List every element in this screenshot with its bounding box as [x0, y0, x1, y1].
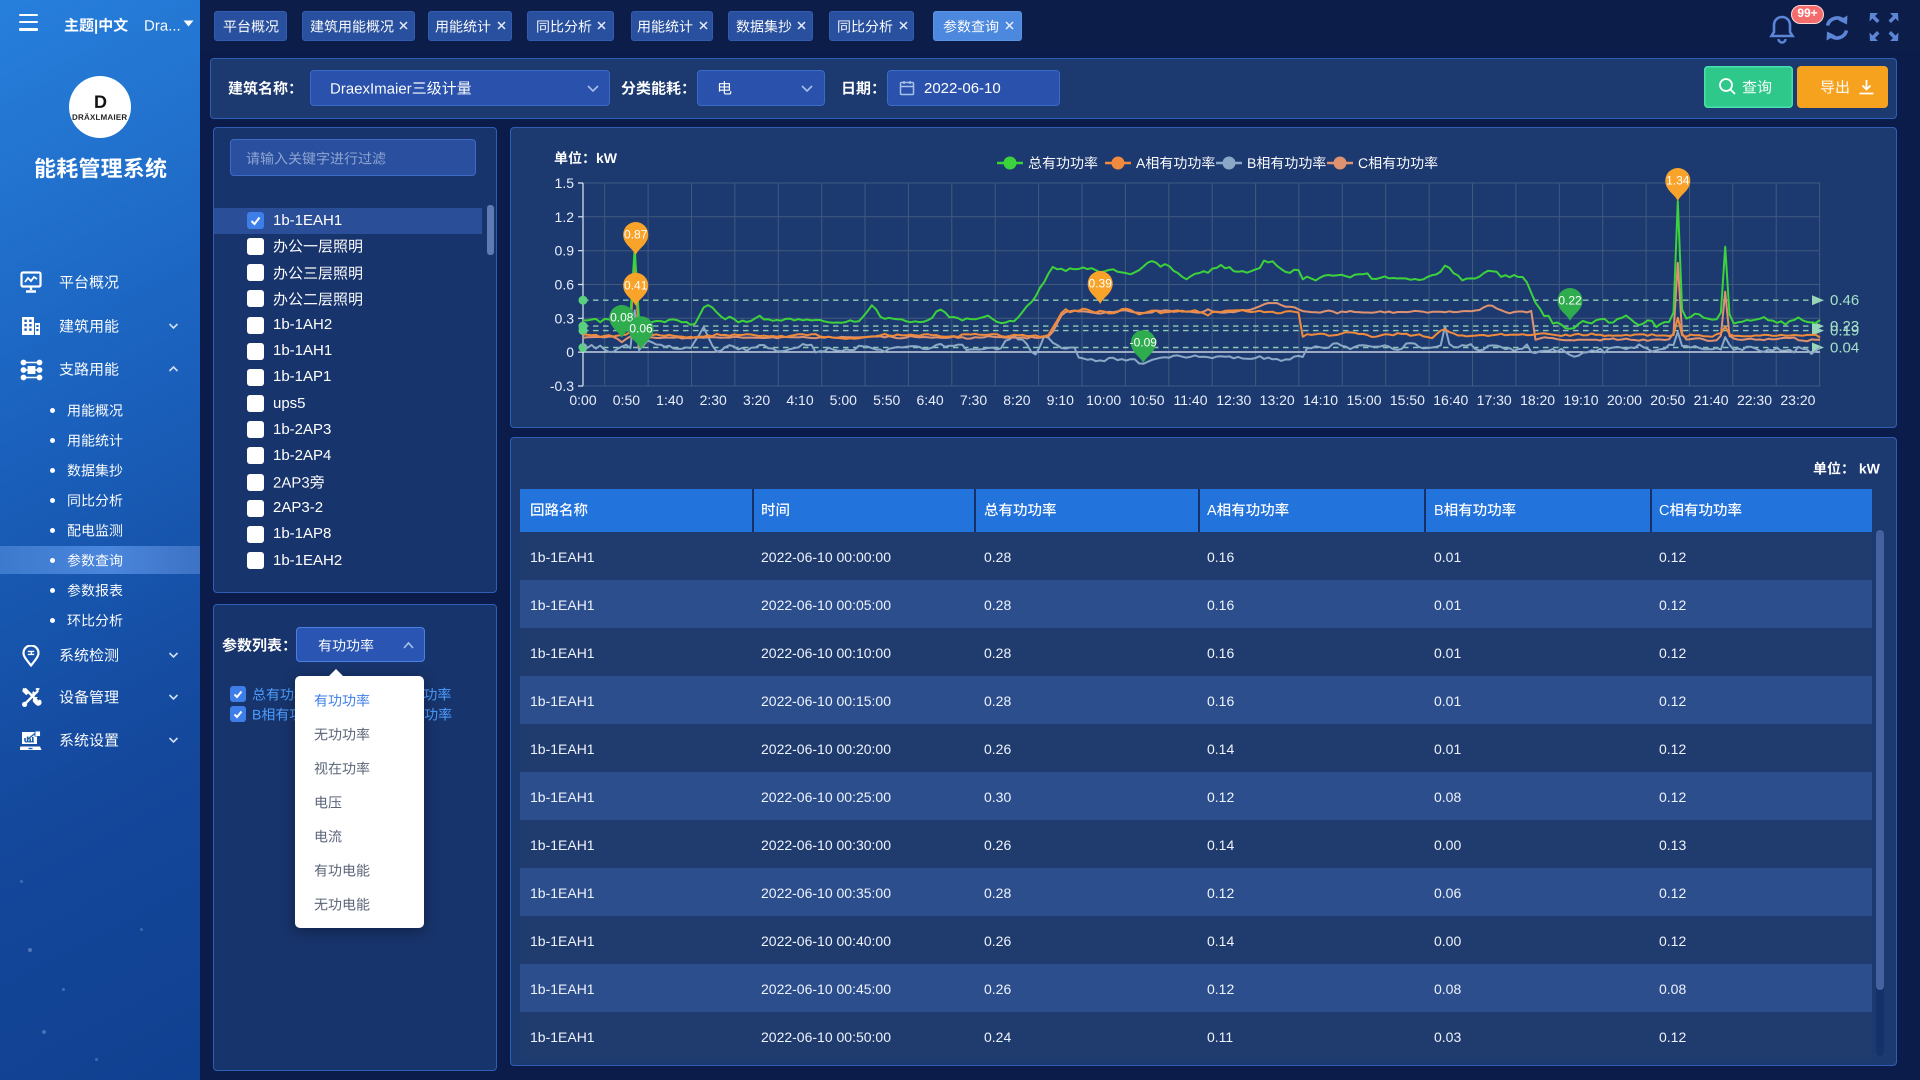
svg-text:19:10: 19:10	[1563, 392, 1598, 408]
svg-text:0.06: 0.06	[629, 322, 653, 336]
svg-text:0.46: 0.46	[1830, 292, 1859, 309]
svg-text:14:10: 14:10	[1303, 392, 1338, 408]
svg-text:0:00: 0:00	[569, 392, 596, 408]
svg-text:10:50: 10:50	[1130, 392, 1165, 408]
svg-text:0.41: 0.41	[624, 278, 648, 292]
svg-text:20:50: 20:50	[1650, 392, 1685, 408]
svg-text:0:50: 0:50	[613, 392, 640, 408]
svg-text:0.22: 0.22	[1558, 294, 1582, 308]
svg-text:-0.09: -0.09	[1130, 336, 1158, 350]
svg-text:1:40: 1:40	[656, 392, 683, 408]
svg-text:0: 0	[566, 344, 574, 360]
svg-text:4:10: 4:10	[786, 392, 813, 408]
svg-text:10:00: 10:00	[1086, 392, 1121, 408]
svg-text:8:20: 8:20	[1003, 392, 1030, 408]
svg-text:7:30: 7:30	[960, 392, 987, 408]
svg-text:21:40: 21:40	[1694, 392, 1729, 408]
svg-text:20:00: 20:00	[1607, 392, 1642, 408]
svg-text:9:10: 9:10	[1047, 392, 1074, 408]
svg-text:12:30: 12:30	[1216, 392, 1251, 408]
svg-text:1.2: 1.2	[555, 209, 575, 225]
svg-text:0.9: 0.9	[555, 243, 575, 259]
svg-text:0.6: 0.6	[555, 277, 575, 293]
svg-text:1.5: 1.5	[555, 175, 575, 191]
svg-text:13:20: 13:20	[1260, 392, 1295, 408]
svg-text:15:50: 15:50	[1390, 392, 1425, 408]
svg-text:15:00: 15:00	[1346, 392, 1381, 408]
svg-text:6:40: 6:40	[916, 392, 943, 408]
svg-text:0.87: 0.87	[624, 228, 648, 242]
svg-text:22:30: 22:30	[1737, 392, 1772, 408]
svg-text:1.34: 1.34	[1666, 174, 1690, 188]
svg-text:3:20: 3:20	[743, 392, 770, 408]
svg-text:17:30: 17:30	[1477, 392, 1512, 408]
svg-text:0.04: 0.04	[1830, 340, 1859, 357]
svg-text:0.39: 0.39	[1089, 277, 1113, 291]
svg-text:23:20: 23:20	[1780, 392, 1815, 408]
svg-text:18:20: 18:20	[1520, 392, 1555, 408]
svg-text:5:50: 5:50	[873, 392, 900, 408]
svg-text:0.19: 0.19	[1830, 323, 1859, 340]
svg-text:2:30: 2:30	[700, 392, 727, 408]
svg-text:0.3: 0.3	[555, 310, 575, 326]
svg-text:16:40: 16:40	[1433, 392, 1468, 408]
svg-text:5:00: 5:00	[830, 392, 857, 408]
svg-text:11:40: 11:40	[1174, 392, 1208, 408]
